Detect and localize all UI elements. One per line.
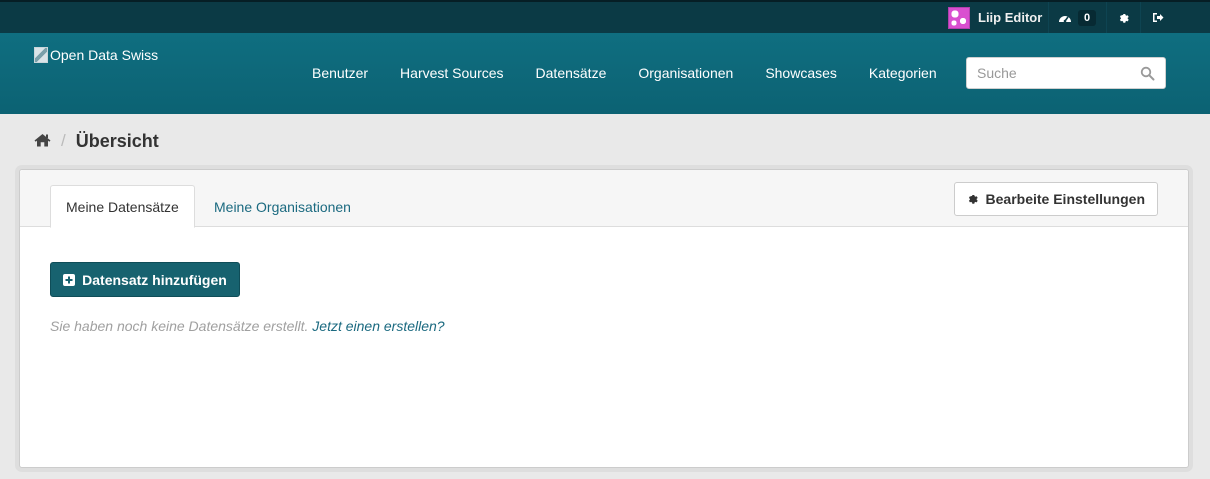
sign-out-icon (1153, 13, 1164, 22)
divider (1106, 2, 1107, 33)
add-dataset-label: Datensatz hinzufügen (82, 271, 227, 288)
user-profile-link[interactable]: Liip Editor (940, 2, 1048, 33)
edit-settings-label: Bearbeite Einstellungen (985, 191, 1145, 207)
nav-datasets[interactable]: Datensätze (520, 60, 623, 87)
search-button[interactable] (1140, 66, 1155, 81)
logo-alt-text: Open Data Swiss (50, 47, 159, 63)
create-dataset-link[interactable]: Jetzt einen erstellen? (312, 318, 444, 334)
tab-my-organizations[interactable]: Meine Organisationen (199, 185, 366, 228)
edit-settings-button[interactable]: Bearbeite Einstellungen (953, 182, 1158, 216)
divider (1140, 2, 1141, 33)
home-icon (34, 133, 51, 146)
search-input[interactable] (967, 59, 1132, 87)
search-box (966, 57, 1166, 89)
nav-showcases[interactable]: Showcases (749, 60, 853, 87)
nav-harvest-sources[interactable]: Harvest Sources (384, 60, 519, 87)
dashboard-panel: Meine Datensätze Meine Organisationen Be… (19, 169, 1189, 468)
main-nav: Benutzer Harvest Sources Datensätze Orga… (296, 60, 953, 87)
add-dataset-button[interactable]: Datensatz hinzufügen (50, 262, 240, 297)
notification-count-badge: 0 (1077, 9, 1097, 26)
logo-image (34, 47, 48, 63)
panel-header: Meine Datensätze Meine Organisationen Be… (20, 170, 1188, 228)
plus-square-icon (63, 273, 76, 286)
user-name: Liip Editor (978, 10, 1043, 25)
gear-icon (1119, 13, 1129, 23)
masthead: Open Data Swiss Benutzer Harvest Sources… (0, 33, 1210, 114)
logout-link[interactable] (1142, 2, 1174, 33)
breadcrumb-separator: / (61, 131, 66, 150)
nav-users[interactable]: Benutzer (296, 60, 384, 87)
user-settings-link[interactable] (1108, 2, 1140, 33)
nav-categories[interactable]: Kategorien (853, 60, 953, 87)
breadcrumb-home-link[interactable] (34, 133, 51, 150)
tab-my-datasets[interactable]: Meine Datensätze (50, 185, 195, 228)
avatar (948, 6, 970, 29)
breadcrumb: / Übersicht (34, 130, 159, 152)
dashboard-icon (1058, 12, 1072, 24)
account-bar: Liip Editor 0 (0, 0, 1210, 33)
nav-organizations[interactable]: Organisationen (622, 60, 749, 87)
page-title: Übersicht (75, 130, 159, 151)
dashboard-link[interactable]: 0 (1049, 2, 1105, 33)
empty-state-message: Sie haben noch keine Datensätze erstellt… (50, 318, 445, 334)
gear-icon (968, 195, 978, 204)
search-icon (1140, 66, 1155, 81)
empty-state-text: Sie haben noch keine Datensätze erstellt… (50, 318, 309, 334)
site-logo[interactable]: Open Data Swiss (34, 45, 158, 65)
